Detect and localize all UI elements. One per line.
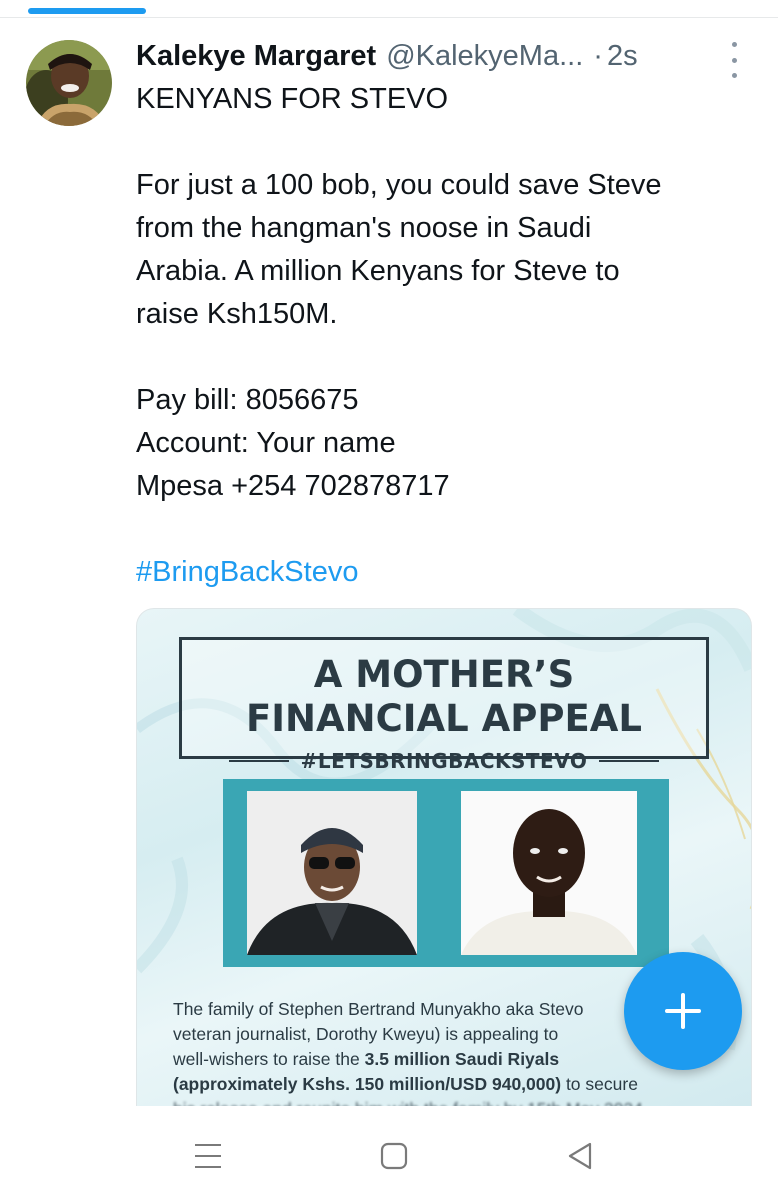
tweet-header: Kalekye Margaret @KalekyeMa... · 2s <box>136 36 756 76</box>
photo-frame <box>223 779 669 967</box>
tweet-line: KENYANS FOR STEVO <box>136 83 449 115</box>
avatar[interactable] <box>26 40 112 126</box>
tweet-line: Mpesa +254 702878717 <box>136 470 450 502</box>
hashtag-link[interactable]: #BringBackStevo <box>136 551 746 594</box>
menu-icon[interactable] <box>190 1138 226 1174</box>
poster-hashtag-row: #LETSBRINGBACKSTEVO <box>137 749 751 773</box>
compose-button[interactable] <box>624 952 742 1070</box>
stevo-photo <box>461 791 637 955</box>
tweet-text: KENYANS FOR STEVO For just a 100 bob, yo… <box>136 78 746 594</box>
divider <box>0 17 778 18</box>
system-nav-bar <box>0 1106 778 1200</box>
separator-dot: · <box>593 39 603 72</box>
poster-hashtag: #LETSBRINGBACKSTEVO <box>300 749 588 773</box>
tweet-line: Account: Your name <box>136 427 396 459</box>
mother-photo <box>247 791 417 955</box>
author-handle[interactable]: @KalekyeMa... <box>386 40 583 73</box>
tweet-line: raise Ksh150M. <box>136 298 338 330</box>
tweet-line: Arabia. A million Kenyans for Steve to <box>136 255 620 287</box>
more-options-icon[interactable] <box>722 40 746 80</box>
poster-title: A MOTHER’S FINANCIAL APPEAL <box>246 653 642 740</box>
home-square-icon[interactable] <box>376 1138 412 1174</box>
tweet-line: For just a 100 bob, you could save Steve <box>136 169 662 201</box>
author-name[interactable]: Kalekye Margaret <box>136 40 376 73</box>
plus-icon <box>665 993 701 1029</box>
tweet-line: Pay bill: 8056675 <box>136 384 359 416</box>
poster-text-line: (approximately Kshs. 150 million/USD 940… <box>173 1074 638 1094</box>
tweet-line: from the hangman's noose in Saudi <box>136 212 592 244</box>
tab-indicator <box>28 8 146 14</box>
timestamp[interactable]: 2s <box>607 40 638 73</box>
back-triangle-icon[interactable] <box>562 1138 598 1174</box>
